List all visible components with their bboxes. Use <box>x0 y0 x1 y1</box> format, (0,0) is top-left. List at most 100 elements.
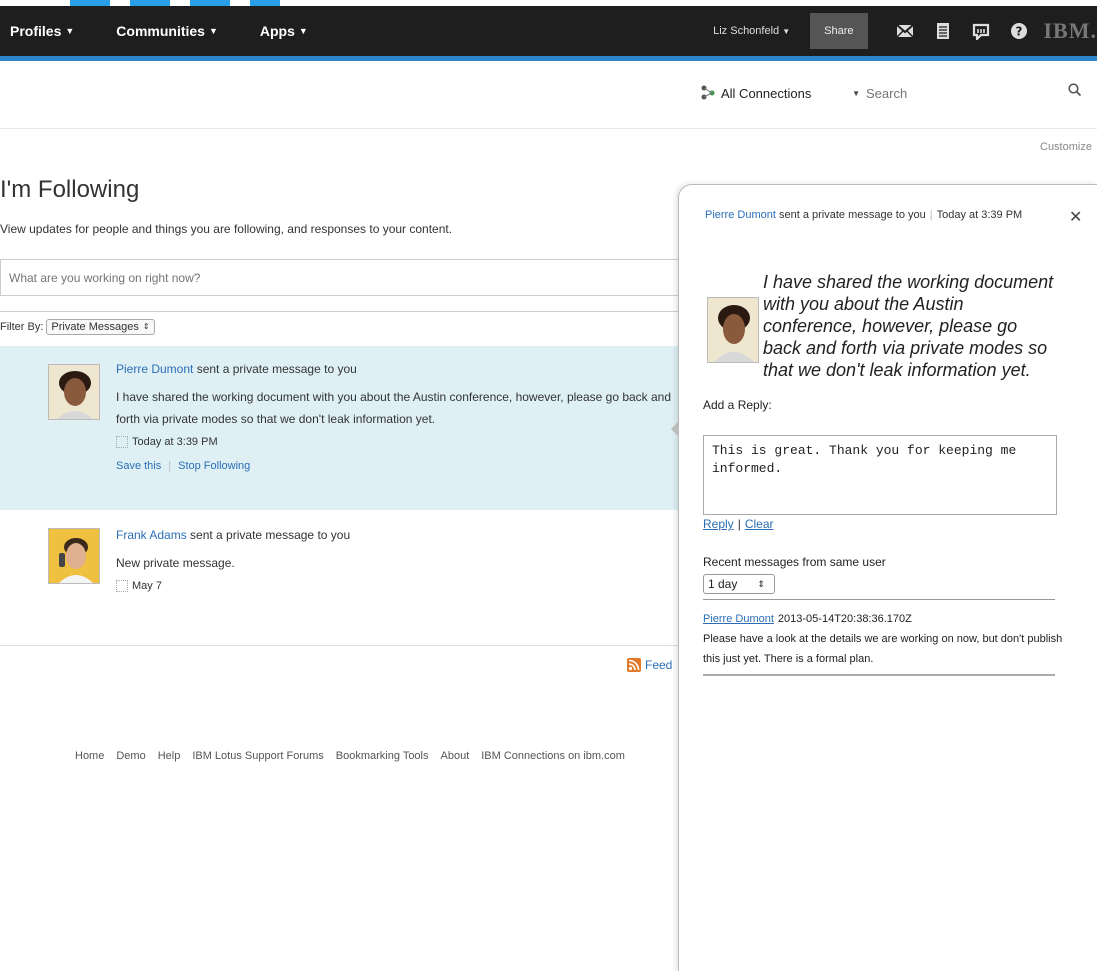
reply-label: Add a Reply: <box>703 398 772 412</box>
story-title: Pierre Dumont sent a private message to … <box>116 362 676 376</box>
search-scope-label: All Connections <box>721 85 812 101</box>
story-time: Today at 3:39 PM <box>132 436 218 448</box>
message-detail-panel: Pierre Dumont sent a private message to … <box>671 184 1097 971</box>
stop-following-link[interactable]: Stop Following <box>178 460 250 472</box>
avatar[interactable] <box>48 364 100 420</box>
action-separator: | <box>168 460 172 472</box>
panel-time: Today at 3:39 PM <box>936 209 1023 221</box>
footer-link-help[interactable]: Help <box>158 750 181 762</box>
nav-menu: Profiles ▼ Communities ▼ Apps ▼ <box>10 6 308 56</box>
nav-communities[interactable]: Communities ▼ <box>116 23 218 39</box>
page-title: I'm Following <box>0 176 140 203</box>
reply-button[interactable]: Reply <box>703 517 734 531</box>
reply-textarea[interactable]: This is great. Thank you for keeping me … <box>703 435 1057 515</box>
story-body: Pierre Dumont sent a private message to … <box>116 362 676 472</box>
story-text: New private message. <box>116 556 235 570</box>
story-title: Frank Adams sent a private message to yo… <box>116 528 676 542</box>
status-update-input[interactable] <box>0 259 690 296</box>
connections-icon <box>700 85 716 101</box>
recent-text: Please have a look at the details we are… <box>703 633 1063 665</box>
nav-profiles[interactable]: Profiles ▼ <box>10 23 74 39</box>
filter-select[interactable]: Private Messages ⇕ <box>46 318 155 335</box>
search-input[interactable] <box>866 79 1066 107</box>
panel-action: sent a private message to you <box>775 209 926 221</box>
help-icon[interactable]: ? <box>1000 6 1038 56</box>
header-separator: | <box>929 209 933 221</box>
panel-header: Pierre Dumont sent a private message to … <box>705 207 1065 223</box>
story-meta: May 7 <box>116 580 676 592</box>
footer-links: Home Demo Help IBM Lotus Support Forums … <box>75 750 625 762</box>
reply-actions: Reply | Clear <box>703 517 774 531</box>
avatar[interactable] <box>48 528 100 584</box>
clear-button[interactable]: Clear <box>745 517 774 531</box>
recent-author-link[interactable]: Pierre Dumont <box>703 613 774 625</box>
footer-link-home[interactable]: Home <box>75 750 104 762</box>
share-button[interactable]: Share <box>810 13 868 49</box>
nav-communities-label: Communities <box>116 23 205 39</box>
divider <box>703 599 1055 600</box>
story-time: May 7 <box>132 580 162 592</box>
story-item[interactable]: Frank Adams sent a private message to yo… <box>0 516 680 616</box>
search-icon[interactable] <box>1068 83 1082 102</box>
mail-icon[interactable] <box>886 6 924 56</box>
message-type-icon <box>116 436 128 448</box>
panel-pointer <box>671 421 679 437</box>
rss-feed-icon <box>627 658 641 672</box>
document-icon[interactable] <box>924 6 962 56</box>
footer-link-support-forums[interactable]: IBM Lotus Support Forums <box>192 750 323 762</box>
search-scope-select[interactable]: All Connections ▼ <box>700 79 866 107</box>
message-quote: I have shared the working document with … <box>763 272 1054 380</box>
footer-link-bookmarking-tools[interactable]: Bookmarking Tools <box>336 750 429 762</box>
story-actions: Save this | Stop Following <box>116 460 676 472</box>
time-range-select[interactable]: 1 day ⇕ <box>703 574 775 594</box>
divider <box>0 645 680 646</box>
navbar: Profiles ▼ Communities ▼ Apps ▼ Liz Scho… <box>0 6 1097 56</box>
save-this-link[interactable]: Save this <box>116 460 161 472</box>
story-author-link[interactable]: Frank Adams <box>116 528 187 542</box>
panel-author-link[interactable]: Pierre Dumont <box>705 209 776 221</box>
close-icon[interactable]: ✕ <box>1069 207 1082 227</box>
ibm-logo: IBM. <box>1043 18 1097 43</box>
story-item[interactable]: Pierre Dumont sent a private message to … <box>0 346 680 510</box>
filter-label: Filter By: <box>0 320 44 333</box>
select-arrows-icon: ⇕ <box>757 578 765 589</box>
footer-link-demo[interactable]: Demo <box>116 750 145 762</box>
nav-apps[interactable]: Apps ▼ <box>260 23 308 39</box>
filter-bar: Filter By: Private Messages ⇕ <box>0 311 690 341</box>
feed-label: Feed <box>645 658 673 672</box>
filter-value: Private Messages <box>51 320 139 333</box>
chevron-down-icon: ▼ <box>852 88 860 98</box>
search-bar: All Connections ▼ <box>0 61 1097 129</box>
story-author-link[interactable]: Pierre Dumont <box>116 362 193 376</box>
user-menu[interactable]: Liz Schonfeld ▼ <box>713 25 790 37</box>
customize-link[interactable]: Customize <box>1040 141 1092 153</box>
select-arrows-icon: ⇕ <box>142 322 150 331</box>
nav-utilities: Liz Schonfeld ▼ Share ? IBM. <box>713 6 1097 56</box>
message-type-icon <box>116 580 128 592</box>
chat-icon[interactable] <box>962 6 1000 56</box>
page-description: View updates for people and things you a… <box>0 222 453 236</box>
svg-text:?: ? <box>1015 25 1022 39</box>
story-body: Frank Adams sent a private message to yo… <box>116 528 676 592</box>
recent-timestamp: 2013-05-14T20:38:36.170Z <box>777 613 912 625</box>
user-name: Liz Schonfeld <box>713 25 780 37</box>
chevron-down-icon: ▼ <box>208 26 218 36</box>
recent-messages-label: Recent messages from same user <box>703 555 886 569</box>
divider <box>703 674 1055 676</box>
chevron-down-icon: ▼ <box>782 27 791 36</box>
story-action: sent a private message to you <box>193 362 357 376</box>
story-text: I have shared the working document with … <box>116 390 672 426</box>
recent-message: Pierre Dumont 2013-05-14T20:38:36.170Z Pl… <box>703 609 1063 669</box>
avatar <box>707 297 759 363</box>
chevron-down-icon: ▼ <box>298 26 308 36</box>
feed-link[interactable]: Feed <box>627 658 672 672</box>
footer-link-connections-ibm[interactable]: IBM Connections on ibm.com <box>481 750 625 762</box>
action-separator: | <box>737 517 741 531</box>
chevron-down-icon: ▼ <box>65 26 75 36</box>
nav-profiles-label: Profiles <box>10 23 62 39</box>
story-action: sent a private message to you <box>186 528 351 542</box>
story-meta: Today at 3:39 PM <box>116 436 676 448</box>
time-range-value: 1 day <box>708 577 738 591</box>
footer-link-about[interactable]: About <box>441 750 470 762</box>
nav-apps-label: Apps <box>259 23 295 39</box>
